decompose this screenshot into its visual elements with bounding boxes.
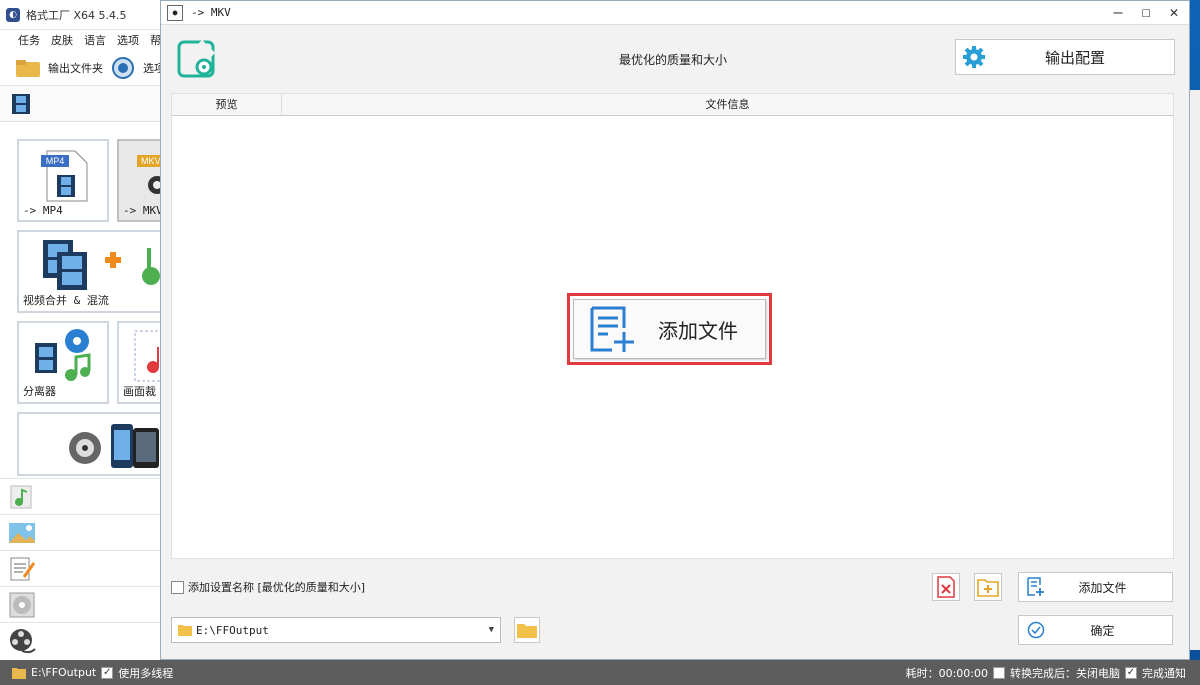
sidebar-audio[interactable] <box>0 478 160 514</box>
folder-small-icon <box>178 625 192 636</box>
folder-icon[interactable] <box>14 57 42 79</box>
confirm-label: 确定 <box>1090 623 1115 638</box>
chevron-down-icon[interactable]: ▼ <box>489 625 494 635</box>
status-bar: E:\FFOutput ✓ 使用多线程 耗时：00:00:00 转换完成后：关闭… <box>0 660 1200 685</box>
main-menubar: 任务 皮肤 语言 选项 帮 <box>0 30 169 50</box>
tile-crop-label: 画面裁 <box>123 385 156 398</box>
tile-splitter-label: 分离器 <box>23 385 56 398</box>
confirm-button[interactable]: 确定 <box>1018 615 1173 645</box>
dialog-header: 最优化的质量和大小 输出配置 <box>171 31 1175 87</box>
splitter-icon <box>35 329 91 381</box>
add-file-big-label: 添加文件 <box>658 318 738 343</box>
app-logo-icon: ◐ <box>6 7 20 22</box>
mkv-badge: MKV <box>141 156 161 166</box>
dialog-titlebar: ● -> MKV – ☐ ✕ <box>161 1 1189 25</box>
document-icon <box>10 557 36 580</box>
multithread-checkbox[interactable]: ✓ <box>101 666 114 679</box>
add-file-icon <box>590 306 634 352</box>
mp4-badge: MP4 <box>46 156 65 166</box>
video-category-header[interactable] <box>0 86 169 122</box>
output-config-label: 输出配置 <box>1044 48 1105 67</box>
sidebar-image[interactable] <box>0 514 160 550</box>
tile-to-mkv-label: -> MKV <box>123 204 163 217</box>
gear-icon <box>956 45 992 69</box>
add-file-highlight: 添加文件 <box>567 293 772 365</box>
tile-video-merge[interactable]: 视频合并 & 混流 <box>17 230 165 313</box>
tile-splitter[interactable]: 分离器 <box>17 321 109 404</box>
close-icon[interactable]: ✕ <box>1167 3 1181 21</box>
add-file-big-button[interactable]: 添加文件 <box>573 299 766 359</box>
check-circle-icon <box>1019 621 1053 639</box>
file-list-header: 预览 文件信息 <box>172 94 1173 116</box>
music-note-icon <box>10 485 32 508</box>
multithread-label: 使用多线程 <box>118 666 174 680</box>
add-file-label: 添加文件 <box>1078 580 1127 595</box>
menu-options[interactable]: 选项 <box>117 32 139 48</box>
image-icon <box>9 522 35 543</box>
tile-device[interactable] <box>17 412 165 476</box>
remove-file-button[interactable] <box>932 573 960 601</box>
dialog-app-icon: ● <box>167 4 183 21</box>
film-reel-icon <box>10 628 36 653</box>
disc-icon <box>9 592 35 617</box>
tile-crop[interactable]: 画面裁 <box>117 321 165 404</box>
status-left: E:\FFOutput ✓ 使用多线程 <box>0 665 173 681</box>
tile-to-mp4[interactable]: MP4 -> MP4 <box>17 139 109 222</box>
status-right: 耗时：00:00:00 转换完成后：关闭电脑 ✓ 完成通知 <box>906 665 1200 681</box>
dialog-title: -> MKV <box>191 6 231 19</box>
window-controls: – ☐ ✕ <box>1111 3 1181 21</box>
app-title: 格式工厂 X64 5.4.5 <box>26 8 127 22</box>
after-done-label: 转换完成后：关闭电脑 <box>1010 666 1120 680</box>
tile-to-mkv[interactable]: MKV -> MKV <box>117 139 165 222</box>
output-path-value: E:\FFOutput <box>196 623 269 637</box>
elapsed-time: 耗时：00:00:00 <box>905 666 988 680</box>
options-icon[interactable] <box>109 56 137 79</box>
output-path-select[interactable]: E:\FFOutput ▼ <box>171 617 501 643</box>
convert-dialog: ● -> MKV – ☐ ✕ 最优化的质量和大小 输出配置 预览 文件信息 添加… <box>160 0 1190 660</box>
menu-skin[interactable]: 皮肤 <box>51 32 73 48</box>
status-output-path[interactable]: E:\FFOutput <box>31 666 96 679</box>
mp4-file-icon: MP4 <box>41 150 88 202</box>
film-icon <box>12 93 30 114</box>
minimize-icon[interactable]: – <box>1111 3 1125 21</box>
maximize-icon[interactable]: ☐ <box>1139 3 1153 21</box>
tile-to-mp4-label: -> MP4 <box>23 204 63 217</box>
output-folder-button[interactable]: 输出文件夹 <box>48 60 103 76</box>
main-titlebar: ◐ 格式工厂 X64 5.4.5 <box>0 0 169 30</box>
column-preview[interactable]: 预览 <box>172 94 282 115</box>
sidebar-disc[interactable] <box>0 586 160 622</box>
sidebar-document[interactable] <box>0 550 160 586</box>
remove-file-icon <box>937 576 955 598</box>
notify-label: 完成通知 <box>1142 666 1186 680</box>
menu-task[interactable]: 任务 <box>18 32 40 48</box>
tile-video-merge-label: 视频合并 & 混流 <box>23 294 109 307</box>
browse-folder-icon <box>517 624 537 638</box>
add-file-button[interactable]: 添加文件 <box>1018 572 1173 602</box>
browse-folder-button[interactable] <box>514 617 540 643</box>
preset-name-checkbox[interactable] <box>171 580 184 594</box>
preset-name-checkbox-label: 添加设置名称 [最优化的质量和大小] <box>188 581 366 594</box>
sidebar-tools[interactable] <box>0 622 160 658</box>
output-config-button[interactable]: 输出配置 <box>955 39 1175 75</box>
after-done-checkbox[interactable] <box>993 666 1005 679</box>
main-toolbar: 输出文件夹 选项 <box>0 50 169 86</box>
menu-language[interactable]: 语言 <box>84 32 106 48</box>
output-folder-status-icon[interactable] <box>12 667 26 679</box>
file-list[interactable]: 预览 文件信息 添加文件 <box>171 93 1174 559</box>
preset-name-checkbox-row[interactable]: 添加设置名称 [最优化的质量和大小] <box>171 579 365 595</box>
device-icon <box>69 424 159 468</box>
notify-checkbox[interactable]: ✓ <box>1125 666 1137 679</box>
add-folder-icon <box>977 579 999 597</box>
column-file-info[interactable]: 文件信息 <box>282 94 1173 115</box>
add-folder-button[interactable] <box>974 573 1002 601</box>
add-file-small-icon <box>1019 577 1053 597</box>
merge-icon <box>43 240 160 290</box>
dialog-footer: 添加设置名称 [最优化的质量和大小] 添加文件 E:\FFOutput ▼ 确定 <box>171 569 1175 659</box>
